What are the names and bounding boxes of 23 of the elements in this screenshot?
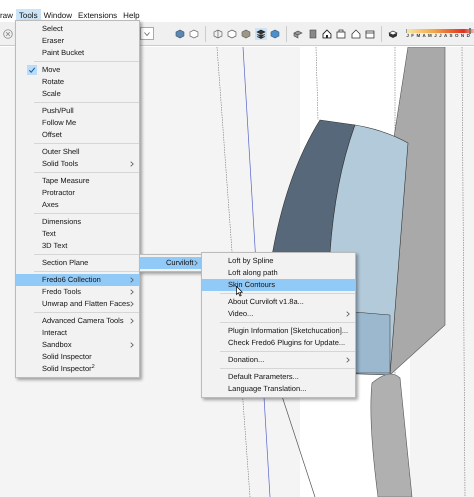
- hexagon-icon[interactable]: [188, 28, 200, 40]
- shadow-slider[interactable]: [406, 29, 474, 33]
- slider-thumb[interactable]: [468, 28, 471, 34]
- cube-icon[interactable]: [174, 28, 186, 40]
- menu-bar-item[interactable]: raw: [0, 9, 16, 22]
- cube-outline-icon[interactable]: [212, 28, 224, 40]
- menu-bar-item[interactable]: Window: [40, 9, 76, 22]
- box-icon[interactable]: [364, 28, 376, 40]
- layers-icon[interactable]: [254, 28, 266, 40]
- cube-icon[interactable]: [240, 28, 252, 40]
- menu-bar-item[interactable]: Extensions: [75, 9, 120, 22]
- menu-bar-item[interactable]: Help: [120, 9, 143, 22]
- dropdown-field[interactable]: [140, 27, 154, 40]
- cancel-icon[interactable]: [3, 28, 13, 38]
- hexagon-icon[interactable]: [226, 28, 238, 40]
- box-icon[interactable]: [335, 28, 348, 40]
- cursor-icon: [236, 286, 243, 297]
- top-view-icon[interactable]: [306, 28, 318, 40]
- shadow-icon[interactable]: [387, 28, 400, 40]
- house-icon[interactable]: [320, 28, 333, 40]
- house-outline-icon[interactable]: [350, 28, 362, 40]
- caret-icon: [144, 32, 150, 36]
- cube-icon[interactable]: [268, 28, 281, 40]
